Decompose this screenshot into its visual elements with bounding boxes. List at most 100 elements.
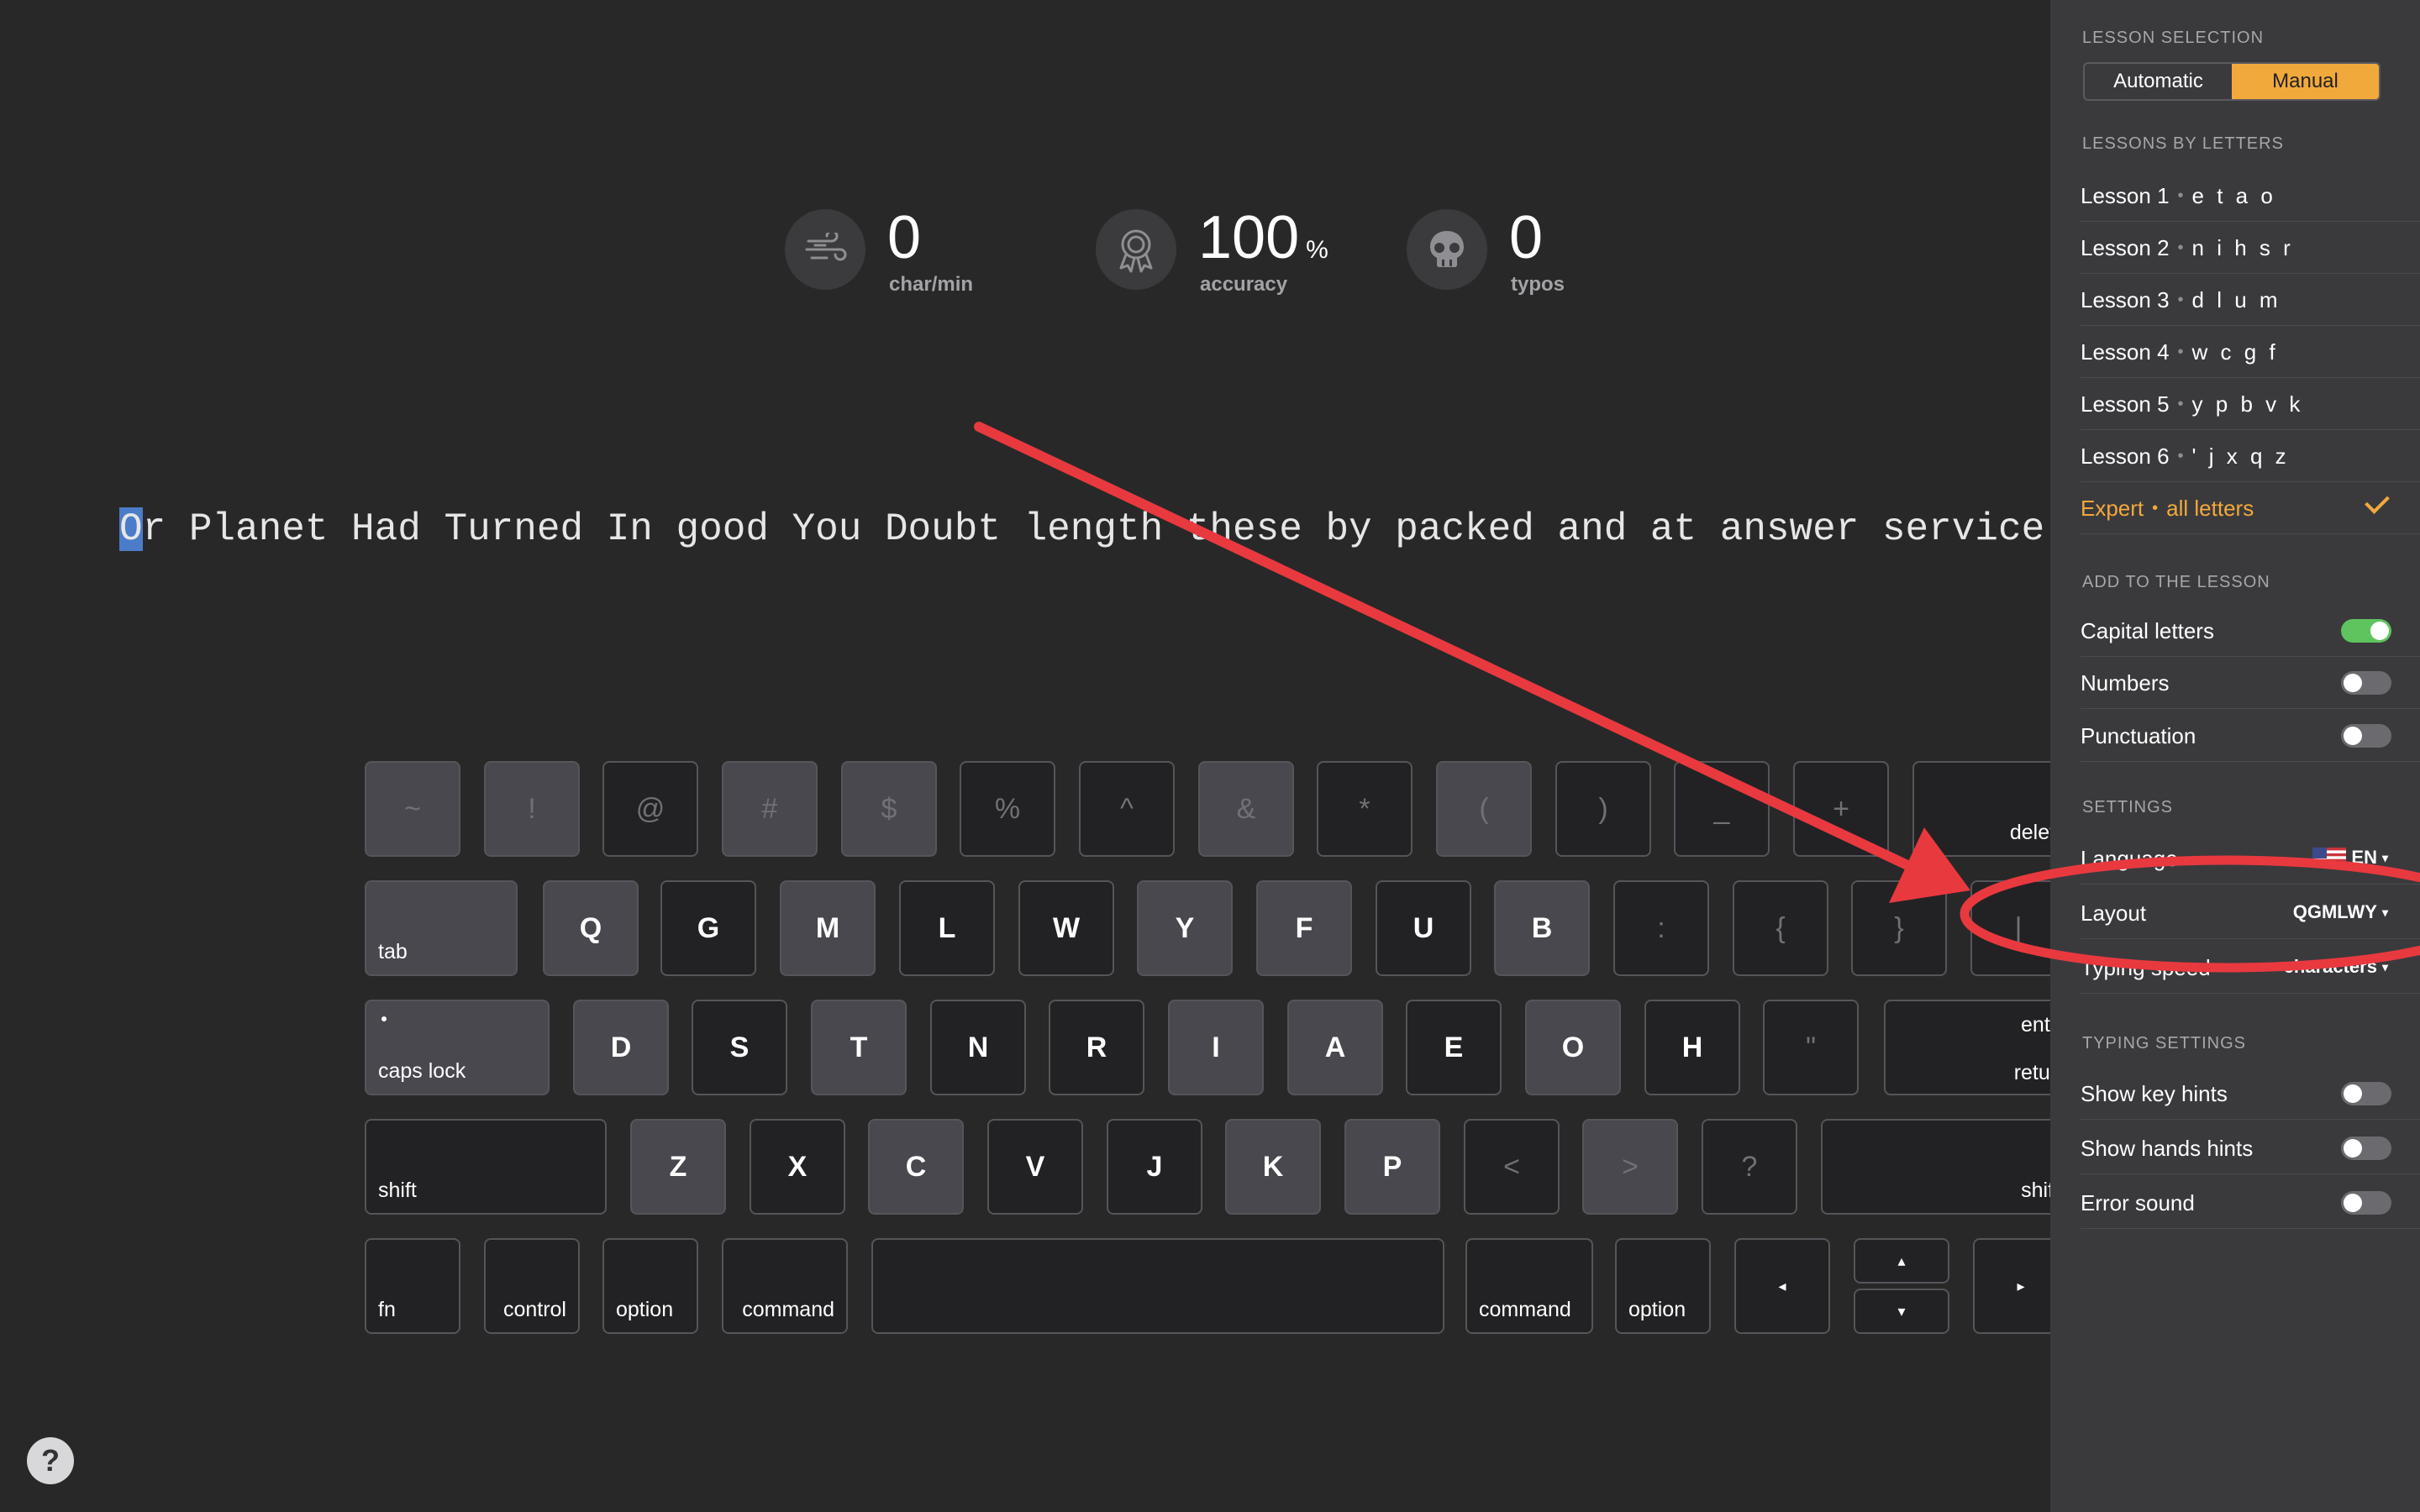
key-l[interactable]: L <box>899 880 995 976</box>
key-z[interactable]: Z <box>630 1119 726 1215</box>
show-key-hints-toggle[interactable] <box>2341 1082 2391 1105</box>
key-c[interactable]: C <box>868 1119 964 1215</box>
key-v[interactable]: V <box>987 1119 1083 1215</box>
language-row[interactable]: Language EN ▾ <box>2081 833 2420 885</box>
mode-manual-button[interactable]: Manual <box>2232 64 2379 99</box>
key-quote[interactable]: " <box>1763 1000 1859 1095</box>
key-option-left[interactable]: option <box>602 1238 698 1334</box>
key-b[interactable]: B <box>1494 880 1590 976</box>
key-m[interactable]: M <box>780 880 876 976</box>
show-hands-hints-toggle[interactable] <box>2341 1137 2391 1160</box>
key-shift-right[interactable]: shift <box>1821 1119 2050 1215</box>
lesson-item-2[interactable]: Lesson 2 • n i h s r <box>2081 223 2420 274</box>
skull-icon <box>1407 209 1487 290</box>
key-h[interactable]: H <box>1644 1000 1740 1095</box>
key-control[interactable]: control <box>484 1238 580 1334</box>
lesson-item-expert[interactable]: Expert • all letters <box>2081 483 2420 534</box>
key-f[interactable]: F <box>1256 880 1352 976</box>
mode-automatic-button[interactable]: Automatic <box>2085 64 2232 99</box>
lesson-item-6[interactable]: Lesson 6 • ' j x q z <box>2081 431 2420 482</box>
key-shift-left[interactable]: shift <box>365 1119 607 1215</box>
key-option-right[interactable]: option <box>1615 1238 1711 1334</box>
key-less-than[interactable]: < <box>1464 1119 1560 1215</box>
key-paren-right[interactable]: ) <box>1555 761 1651 857</box>
lesson-item-5[interactable]: Lesson 5 • y p b v k <box>2081 379 2420 430</box>
key-n[interactable]: N <box>930 1000 1026 1095</box>
key-caps-lock[interactable]: caps lock <box>365 1000 550 1095</box>
virtual-keyboard: ~ ! @ # $ % ^ & * ( ) _ + delete tab Q G… <box>0 0 2050 1512</box>
language-select[interactable]: EN ▾ <box>2312 847 2388 869</box>
lesson-item-3[interactable]: Lesson 3 • d l u m <box>2081 275 2420 326</box>
capital-letters-toggle[interactable] <box>2341 619 2391 643</box>
key-d[interactable]: D <box>573 1000 669 1095</box>
lesson-item-4[interactable]: Lesson 4 • w c g f <box>2081 327 2420 378</box>
key-u[interactable]: U <box>1376 880 1471 976</box>
key-colon[interactable]: : <box>1613 880 1709 976</box>
layout-select[interactable]: QGMLWY ▾ <box>2293 901 2388 923</box>
award-icon <box>1096 209 1176 290</box>
key-arrow-left[interactable]: ◂ <box>1734 1238 1830 1334</box>
key-arrow-down[interactable]: ▾ <box>1854 1289 1949 1334</box>
key-caret[interactable]: ^ <box>1079 761 1175 857</box>
key-i[interactable]: I <box>1168 1000 1264 1095</box>
key-underscore[interactable]: _ <box>1674 761 1770 857</box>
key-s[interactable]: S <box>692 1000 787 1095</box>
punctuation-row: Punctuation <box>2081 711 2420 762</box>
text-cursor: O <box>119 507 143 551</box>
key-o[interactable]: O <box>1525 1000 1621 1095</box>
key-ampersand[interactable]: & <box>1198 761 1294 857</box>
key-r[interactable]: R <box>1049 1000 1144 1095</box>
key-exclamation[interactable]: ! <box>484 761 580 857</box>
key-tab[interactable]: tab <box>365 880 518 976</box>
key-question[interactable]: ? <box>1702 1119 1797 1215</box>
key-x[interactable]: X <box>750 1119 845 1215</box>
key-percent[interactable]: % <box>960 761 1055 857</box>
key-command-right[interactable]: command <box>1465 1238 1593 1334</box>
key-arrow-up[interactable]: ▴ <box>1854 1238 1949 1284</box>
key-w[interactable]: W <box>1018 880 1114 976</box>
key-j[interactable]: J <box>1107 1119 1202 1215</box>
key-dollar[interactable]: $ <box>841 761 937 857</box>
speed-value: 0 <box>887 204 922 271</box>
key-at[interactable]: @ <box>602 761 698 857</box>
key-arrow-right[interactable]: ▸ <box>1973 1238 2050 1334</box>
help-button[interactable]: ? <box>27 1437 74 1484</box>
lesson-item-1[interactable]: Lesson 1 • e t a o <box>2081 171 2420 222</box>
key-enter[interactable]: enter return <box>1884 1000 2050 1095</box>
error-sound-row: Error sound <box>2081 1178 2420 1229</box>
settings-sidebar: LESSON SELECTION Automatic Manual LESSON… <box>2050 0 2420 1512</box>
key-greater-than[interactable]: > <box>1582 1119 1678 1215</box>
key-e[interactable]: E <box>1406 1000 1502 1095</box>
us-flag-icon <box>2312 848 2347 868</box>
numbers-row: Numbers <box>2081 658 2420 709</box>
punctuation-toggle[interactable] <box>2341 724 2391 748</box>
key-y[interactable]: Y <box>1137 880 1233 976</box>
key-pipe[interactable]: | <box>1970 880 2050 976</box>
speed-label: char/min <box>889 273 974 296</box>
key-p[interactable]: P <box>1344 1119 1440 1215</box>
key-g[interactable]: G <box>660 880 756 976</box>
key-paren-left[interactable]: ( <box>1436 761 1532 857</box>
wind-icon <box>785 209 865 290</box>
key-k[interactable]: K <box>1225 1119 1321 1215</box>
lesson-text-area[interactable]: Or Planet Had Turned In good You Doubt l… <box>0 496 2050 563</box>
key-delete[interactable]: delete <box>1912 761 2050 857</box>
key-command-left[interactable]: command <box>722 1238 848 1334</box>
key-tilde[interactable]: ~ <box>365 761 460 857</box>
key-fn[interactable]: fn <box>365 1238 460 1334</box>
typing-settings-title: TYPING SETTINGS <box>2082 1034 2247 1053</box>
key-q[interactable]: Q <box>543 880 639 976</box>
key-a[interactable]: A <box>1287 1000 1383 1095</box>
key-t[interactable]: T <box>811 1000 907 1095</box>
layout-row[interactable]: Layout QGMLWY ▾ <box>2081 888 2420 939</box>
key-brace-right[interactable]: } <box>1851 880 1947 976</box>
numbers-toggle[interactable] <box>2341 671 2391 695</box>
key-brace-left[interactable]: { <box>1733 880 1828 976</box>
key-space[interactable] <box>871 1238 1444 1334</box>
typing-speed-select[interactable]: characters ▾ <box>2284 956 2388 978</box>
error-sound-toggle[interactable] <box>2341 1191 2391 1215</box>
key-plus[interactable]: + <box>1793 761 1889 857</box>
key-asterisk[interactable]: * <box>1317 761 1413 857</box>
typing-speed-row[interactable]: Typing speed characters ▾ <box>2081 942 2420 994</box>
key-hash[interactable]: # <box>722 761 818 857</box>
